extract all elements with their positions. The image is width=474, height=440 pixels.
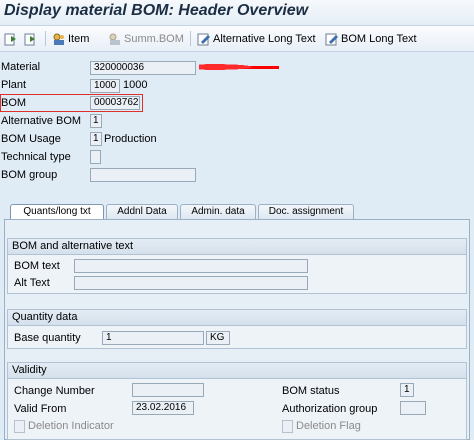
bom-usage-label: BOM Usage (1, 133, 61, 145)
redaction-mark (199, 62, 279, 72)
previous-object-icon (4, 32, 18, 46)
previous-object-button[interactable] (4, 30, 20, 47)
bom-long-text-label: BOM Long Text (341, 32, 417, 45)
alt-text-field[interactable] (74, 276, 308, 290)
bom-label: BOM (1, 97, 27, 109)
edit-text-icon (197, 32, 211, 46)
summ-bom-icon (108, 32, 122, 46)
title-bar: Display material BOM: Header Overview (0, 0, 474, 26)
technical-type-field[interactable] (90, 150, 101, 164)
next-object-icon (24, 32, 38, 46)
deletion-flag-label: Deletion Flag (296, 420, 361, 432)
bom-usage-field[interactable]: 1 (90, 132, 102, 146)
tab-panel: BOM and alternative text BOM text Alt Te… (4, 219, 470, 440)
summ-bom-button-label: Summ.BOM (124, 32, 184, 45)
tab-strip: Quants/long txt Addnl Data Admin. data D… (0, 204, 474, 220)
bom-text-label: BOM text (14, 260, 60, 272)
tab-doc-assignment[interactable]: Doc. assignment (258, 204, 354, 219)
next-object-button[interactable] (24, 30, 40, 47)
alternative-bom-label: Alternative BOM (1, 115, 82, 127)
page-title: Display material BOM: Header Overview (4, 2, 309, 19)
item-icon (52, 32, 66, 46)
bom-usage-description: Production (104, 133, 157, 145)
item-button[interactable]: Item (52, 30, 89, 47)
bom-text-group: BOM and alternative text BOM text Alt Te… (7, 238, 467, 294)
bom-status-label: BOM status (282, 385, 340, 397)
item-button-label: Item (68, 32, 90, 45)
edit-text-icon (325, 32, 339, 46)
bom-long-text-button[interactable]: BOM Long Text (325, 30, 417, 47)
toolbar-separator (45, 31, 46, 46)
application-toolbar: Item Summ.BOM Alternative Long Text BOM … (0, 26, 474, 52)
authorization-group-label: Authorization group (282, 403, 378, 415)
quantity-data-group: Quantity data Base quantity 1 KG (7, 309, 467, 349)
validity-group-title: Validity (8, 363, 466, 379)
alternative-long-text-button[interactable]: Alternative Long Text (197, 30, 316, 47)
bom-group-field[interactable] (90, 168, 196, 182)
material-label: Material (1, 61, 41, 73)
base-quantity-field[interactable]: 1 (102, 331, 204, 345)
plant-field[interactable]: 1000 (90, 79, 120, 93)
bom-text-group-title: BOM and alternative text (8, 239, 466, 255)
quantity-data-group-title: Quantity data (8, 310, 466, 326)
deletion-indicator-label: Deletion Indicator (28, 420, 114, 432)
base-quantity-label: Base quantity (14, 332, 81, 344)
tab-admin-data[interactable]: Admin. data (180, 204, 256, 219)
alternative-long-text-label: Alternative Long Text (213, 32, 316, 45)
valid-from-label: Valid From (14, 403, 67, 415)
bom-text-field[interactable] (74, 259, 308, 273)
authorization-group-field[interactable] (400, 401, 426, 415)
alt-text-label: Alt Text (14, 277, 50, 289)
valid-from-field[interactable]: 23.02.2016 (132, 401, 194, 415)
bom-field[interactable]: 00003762 (90, 96, 140, 110)
tab-addnl-data[interactable]: Addnl Data (106, 204, 178, 219)
alternative-bom-field[interactable]: 1 (90, 114, 102, 128)
summ-bom-button[interactable]: Summ.BOM (108, 30, 184, 47)
deletion-flag-checkbox[interactable] (282, 420, 293, 433)
change-number-field[interactable] (132, 383, 204, 397)
technical-type-label: Technical type (1, 151, 71, 163)
bom-status-field[interactable]: 1 (400, 383, 414, 397)
plant-label: Plant (1, 79, 27, 91)
plant-description: 1000 (123, 79, 148, 91)
tab-quants-long-txt[interactable]: Quants/long txt (10, 204, 104, 220)
toolbar-separator (190, 31, 191, 46)
base-unit-field[interactable]: KG (206, 331, 230, 345)
bom-group-label: BOM group (1, 169, 58, 181)
material-field[interactable]: 320000036 (90, 61, 196, 75)
validity-group: Validity Change Number Valid From 23.02.… (7, 362, 467, 440)
change-number-label: Change Number (14, 385, 95, 397)
deletion-indicator-checkbox[interactable] (14, 420, 25, 433)
